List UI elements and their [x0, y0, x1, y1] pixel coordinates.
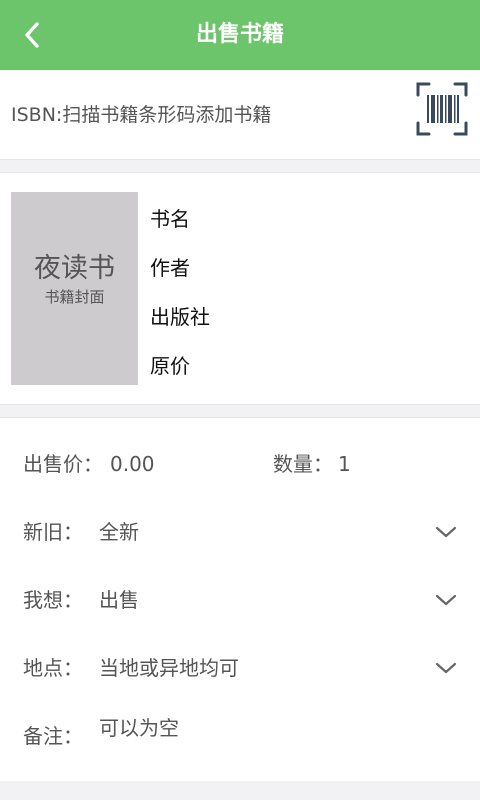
cover-brand-text: 夜读书 [34, 253, 115, 284]
chevron-down-icon [433, 588, 459, 612]
book-info-card: 夜读书 书籍封面 书名 作者 出版社 原价 [0, 172, 480, 405]
note-label: 备注： [23, 724, 83, 748]
back-arrow-icon [25, 22, 39, 48]
quantity-label: 数量： [273, 452, 333, 476]
book-cover[interactable]: 夜读书 书籍封面 [11, 192, 138, 385]
page-title: 出售书籍 [195, 22, 284, 47]
location-value: 当地或异地均可 [99, 656, 239, 680]
sale-price-label: 出售价： [23, 452, 103, 476]
chevron-down-icon [433, 656, 459, 680]
location-label: 地点： [23, 656, 83, 680]
book-original-price-label: 原价 [150, 354, 190, 378]
intent-label: 我想： [23, 588, 83, 612]
cover-caption: 书籍封面 [44, 288, 105, 306]
sale-form: 出售价： 0.00 数量： 1 新旧： 全新 我想： 出售 地点： 当地或异地均… [0, 417, 480, 781]
book-publisher-label: 出版社 [150, 305, 210, 329]
note-input[interactable]: 可以为空 [99, 708, 179, 748]
intent-value: 出售 [99, 588, 139, 612]
condition-value: 全新 [99, 520, 139, 544]
sale-price-input[interactable]: 0.00 [110, 444, 155, 484]
price-quantity-row: 出售价： 0.00 数量： 1 [0, 444, 480, 484]
isbn-scan-bar[interactable]: ISBN:扫描书籍条形码添加书籍 [0, 70, 480, 160]
book-title-label: 书名 [150, 207, 190, 231]
top-bar: 出售书籍 [0, 0, 480, 70]
scan-barcode-button[interactable] [414, 81, 470, 137]
back-button[interactable] [14, 17, 50, 53]
chevron-down-icon [433, 520, 459, 544]
isbn-input[interactable]: ISBN:扫描书籍条形码添加书籍 [11, 70, 271, 160]
condition-select[interactable]: 新旧： 全新 [0, 512, 480, 552]
quantity-input[interactable]: 1 [338, 444, 351, 484]
location-select[interactable]: 地点： 当地或异地均可 [0, 648, 480, 688]
intent-select[interactable]: 我想： 出售 [0, 580, 480, 620]
barcode-scan-icon [416, 82, 468, 136]
book-author-label: 作者 [150, 256, 190, 280]
condition-label: 新旧： [23, 520, 83, 544]
note-row: 备注： 可以为空 [0, 716, 480, 756]
